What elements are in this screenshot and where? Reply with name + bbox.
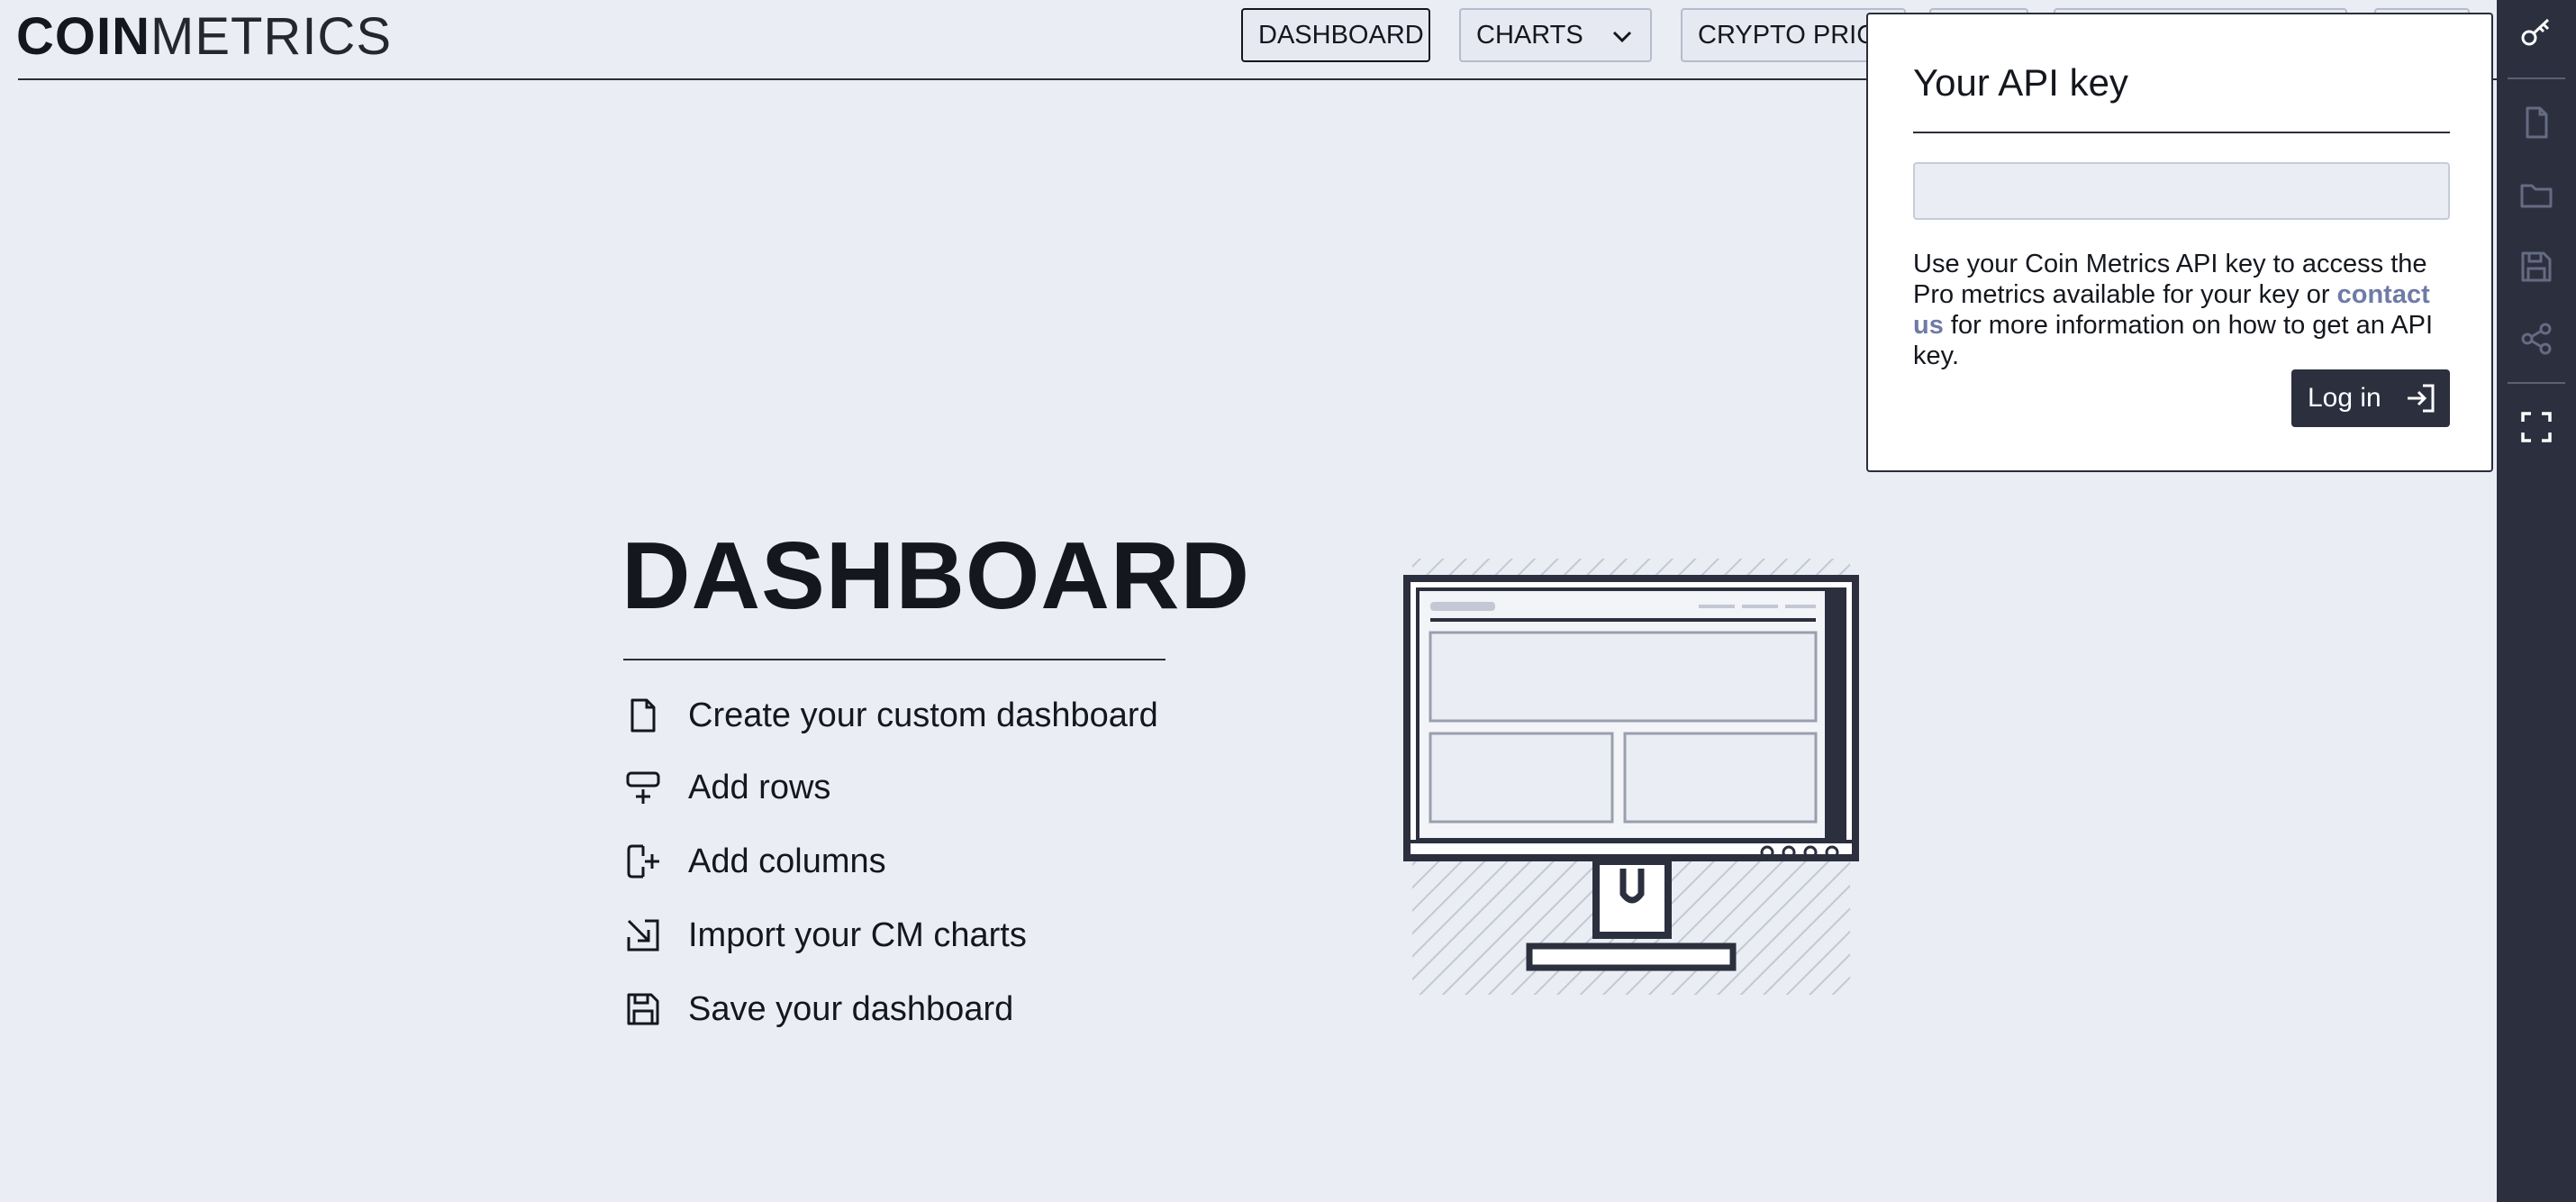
chevron-down-icon (1612, 31, 1632, 43)
page-title: DASHBOARD (621, 523, 1250, 629)
logo-strong-text: COIN (16, 7, 150, 66)
logo-light-text: METRICS (150, 7, 392, 66)
feature-label: Import your CM charts (688, 916, 1027, 954)
popover-divider (1913, 132, 2450, 133)
save-icon (627, 993, 659, 1025)
api-key-popover: Your API key Use your Coin Metrics API k… (1866, 13, 2493, 472)
right-toolbar (2497, 0, 2576, 1202)
title-divider (623, 659, 1166, 660)
new-file-icon[interactable] (2518, 105, 2554, 141)
file-icon (630, 698, 656, 733)
login-label: Log in (2308, 383, 2381, 413)
sidebar-divider (2508, 77, 2565, 79)
add-row-icon (626, 771, 660, 804)
feature-label: Save your dashboard (688, 990, 1014, 1028)
coinmetrics-logo[interactable]: COINMETRICS (16, 5, 392, 68)
nav-dashboard-label: DASHBOARD (1258, 21, 1424, 50)
save-icon[interactable] (2518, 249, 2554, 285)
fullscreen-icon[interactable] (2518, 409, 2554, 445)
login-button[interactable]: Log in (2291, 369, 2450, 427)
nav-charts-dropdown[interactable]: CHARTS (1459, 8, 1652, 62)
api-key-input[interactable] (1913, 162, 2450, 220)
api-key-description: Use your Coin Metrics API key to access … (1913, 249, 2459, 371)
nav-charts-label: CHARTS (1476, 21, 1583, 50)
feature-label: Add columns (688, 842, 886, 880)
api-key-text-after: for more information on how to get an AP… (1913, 311, 2434, 370)
nav-dashboard-button[interactable]: DASHBOARD (1241, 8, 1430, 62)
login-icon (2408, 384, 2435, 413)
feature-label: Create your custom dashboard (688, 697, 1158, 734)
import-icon (627, 919, 659, 952)
sidebar-divider (2508, 382, 2565, 384)
key-icon[interactable] (2518, 14, 2554, 50)
api-key-title: Your API key (1913, 61, 2128, 104)
dashboard-monitor-illustration (1403, 559, 1859, 995)
share-icon[interactable] (2518, 321, 2554, 357)
add-column-icon (627, 844, 659, 879)
feature-label: Add rows (688, 769, 831, 806)
folder-icon[interactable] (2518, 177, 2554, 213)
